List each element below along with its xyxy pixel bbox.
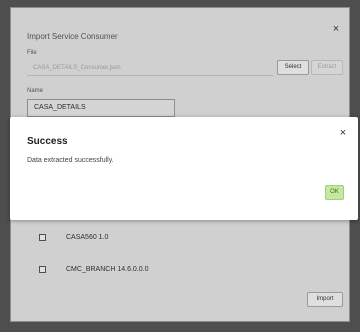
success-title: Success: [27, 136, 68, 147]
success-message: Data extracted successfully.: [27, 157, 114, 164]
ok-button[interactable]: OK: [325, 185, 344, 200]
close-icon[interactable]: ×: [337, 127, 349, 139]
success-dialog: Success × Data extracted successfully. O…: [10, 117, 358, 220]
